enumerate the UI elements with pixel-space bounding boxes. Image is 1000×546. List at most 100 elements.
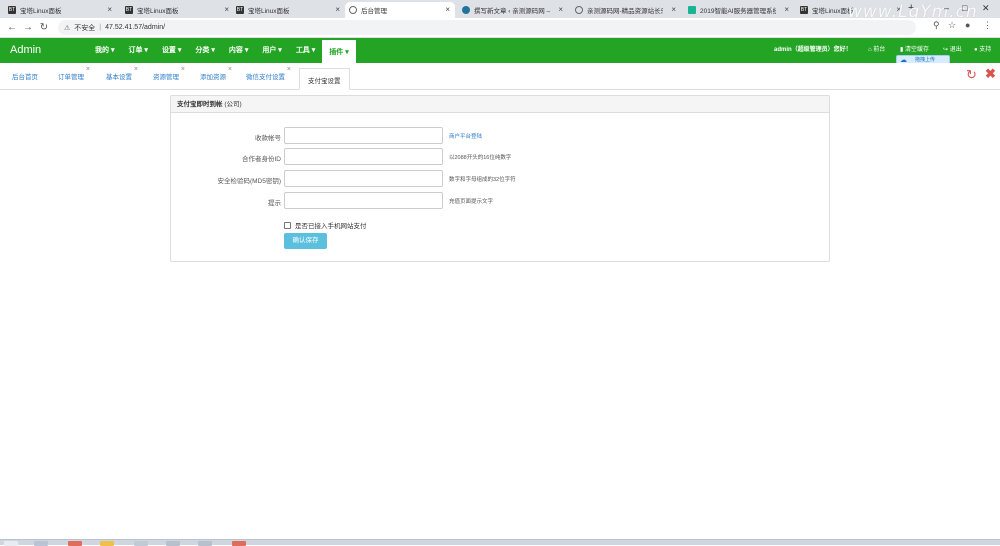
page-tabs: 后台首页 订单管理 × 基本设置 × 资源管理 × 添加资源 × 微信支付设置 × 支付宝… bbox=[0, 63, 1000, 90]
account-input[interactable] bbox=[284, 127, 443, 144]
tab-alipay-settings[interactable]: 支付宝设置 bbox=[299, 68, 350, 90]
tab-close-icon[interactable]: × bbox=[181, 66, 185, 73]
tab-close-icon[interactable]: × bbox=[134, 66, 138, 73]
url-separator: | bbox=[99, 24, 102, 31]
tab-order-management[interactable]: 订单管理 × bbox=[58, 66, 90, 90]
field-label: 安全检验码(MD5密钥) bbox=[217, 178, 281, 185]
browser-tab-title: 亲测源码网-精品资源站长乐 bbox=[587, 8, 663, 15]
url-field[interactable]: ⚠ 不安全 | 47.52.41.57/admin/ bbox=[58, 20, 916, 35]
browser-tab[interactable]: BT 宝塔Linux面板 × bbox=[4, 2, 117, 18]
browser-tab-title: 宝塔Linux面板 bbox=[137, 8, 179, 15]
tab-close-icon[interactable]: × bbox=[86, 66, 90, 73]
browser-tab[interactable]: BT 宝塔Linux面板 × bbox=[121, 2, 234, 18]
field-label: 收款帐号 bbox=[255, 135, 281, 142]
form-row-md5-key: 安全检验码(MD5密钥) 数字和字母组成的32位字符 bbox=[171, 170, 831, 188]
taskbar-app-icon[interactable] bbox=[100, 541, 114, 546]
tab-basic-settings[interactable]: 基本设置 × bbox=[106, 66, 138, 90]
tab-wechat-pay-settings[interactable]: 微信支付设置 × bbox=[246, 66, 291, 90]
form-row-partner-id: 合作者身份ID 以2088开头的16位纯数字 bbox=[171, 148, 831, 166]
close-icon[interactable]: × bbox=[107, 5, 112, 14]
globe-icon bbox=[349, 6, 357, 14]
browser-tab[interactable]: 撰写新文章 ‹ 亲测源码网 — × bbox=[458, 2, 568, 18]
taskbar-app-icon[interactable] bbox=[198, 541, 212, 546]
tab-add-resource[interactable]: 添加资源 × bbox=[200, 66, 232, 90]
close-all-tabs-icon[interactable]: ✖ bbox=[985, 66, 996, 82]
support-link[interactable]: ● 支持 bbox=[974, 38, 991, 63]
window-close-icon[interactable]: ✕ bbox=[982, 3, 990, 14]
browser-tab-title: 后台管理 bbox=[361, 8, 387, 15]
browser-tab-title: 宝塔Linux面板 bbox=[20, 8, 62, 15]
bt-icon: BT bbox=[236, 6, 244, 14]
panel-title: 支付宝即时到帐 (公司) bbox=[171, 96, 829, 113]
tab-close-icon[interactable]: × bbox=[287, 66, 291, 73]
browser-tab[interactable]: 亲测源码网-精品资源站长乐 × bbox=[571, 2, 681, 18]
close-icon[interactable]: × bbox=[558, 5, 563, 14]
save-button[interactable]: 确认保存 bbox=[284, 233, 327, 249]
menu-orders[interactable]: 订单 ▾ bbox=[121, 38, 154, 63]
browser-menu-icon[interactable]: ⋮ bbox=[983, 20, 992, 31]
tip-input[interactable] bbox=[284, 192, 443, 209]
menu-plugins[interactable]: 插件 ▾ bbox=[322, 38, 356, 63]
star-icon[interactable]: ☆ bbox=[948, 20, 956, 31]
profile-icon[interactable]: ● bbox=[965, 20, 970, 30]
browser-tab[interactable]: 2019智能AI服务器管理系统 × bbox=[684, 2, 794, 18]
bt-icon: BT bbox=[125, 6, 133, 14]
refresh-icon[interactable]: ↻ bbox=[966, 67, 977, 83]
maximize-icon[interactable]: □ bbox=[962, 3, 967, 13]
close-icon[interactable]: × bbox=[335, 5, 340, 14]
taskbar-app-icon[interactable] bbox=[34, 541, 48, 546]
close-icon[interactable]: × bbox=[784, 5, 789, 14]
panel-title-note: (公司) bbox=[224, 101, 242, 108]
home-link[interactable]: ⌂ 前台 bbox=[868, 38, 885, 63]
browser-tab-active[interactable]: 后台管理 × bbox=[345, 2, 455, 18]
form-row-tip: 提示 充值页面提示文字 bbox=[171, 192, 831, 210]
browser-tab[interactable]: BT 宝塔Linux面板 × bbox=[232, 2, 345, 18]
os-taskbar bbox=[0, 539, 1000, 546]
field-label: 合作者身份ID bbox=[242, 156, 281, 163]
menu-category[interactable]: 分类 ▾ bbox=[188, 38, 221, 63]
menu-my[interactable]: 我的 ▾ bbox=[88, 38, 121, 63]
menu-content[interactable]: 内容 ▾ bbox=[222, 38, 255, 63]
url-text: 47.52.41.57/admin/ bbox=[105, 24, 166, 31]
taskbar-app-icon[interactable] bbox=[232, 541, 246, 546]
menu-tools[interactable]: 工具 ▾ bbox=[289, 38, 322, 63]
taskbar-app-icon[interactable] bbox=[68, 541, 82, 546]
app-header: Admin 我的 ▾ 订单 ▾ 设置 ▾ 分类 ▾ 内容 ▾ 用户 ▾ 工具 ▾… bbox=[0, 38, 1000, 63]
mobile-pay-checkbox[interactable] bbox=[284, 221, 291, 229]
address-bar-row: ← → ↻ ⚠ 不安全 | 47.52.41.57/admin/ ⚲ ☆ ● ⋮ bbox=[0, 18, 1000, 38]
tab-resource-management[interactable]: 资源管理 × bbox=[153, 66, 185, 90]
minimize-icon[interactable]: – bbox=[944, 3, 949, 13]
logout-icon: ↪ bbox=[943, 47, 949, 53]
user-icon: ● bbox=[974, 47, 978, 53]
field-label: 提示 bbox=[268, 200, 281, 207]
taskbar-app-icon[interactable] bbox=[134, 541, 148, 546]
checkbox-label: 是否已接入手机网站支付 bbox=[295, 223, 367, 230]
form-row-account: 收款帐号 商户平台登陆 bbox=[171, 127, 831, 145]
md5-key-input[interactable] bbox=[284, 170, 443, 187]
menu-users[interactable]: 用户 ▾ bbox=[255, 38, 288, 63]
warning-icon: ⚠ bbox=[64, 24, 71, 32]
taskbar-app-icon[interactable] bbox=[166, 541, 180, 546]
app-logo[interactable]: Admin bbox=[10, 44, 41, 56]
browser-tab-title: 撰写新文章 ‹ 亲测源码网 — bbox=[474, 8, 550, 15]
globe-icon bbox=[575, 6, 583, 14]
user-greeting: admin（超级管理员）您好！ bbox=[774, 47, 852, 53]
key-icon[interactable]: ⚲ bbox=[933, 20, 940, 31]
menu-settings[interactable]: 设置 ▾ bbox=[155, 38, 188, 63]
merchant-login-link[interactable]: 商户平台登陆 bbox=[449, 132, 482, 140]
tab-close-icon[interactable]: × bbox=[228, 66, 232, 73]
bt-icon: BT bbox=[8, 6, 16, 14]
reload-icon[interactable]: ↻ bbox=[36, 22, 52, 33]
partner-id-input[interactable] bbox=[284, 148, 443, 165]
close-icon[interactable]: × bbox=[224, 5, 229, 14]
browser-tab-title: 宝塔Linux面板 bbox=[248, 8, 290, 15]
back-icon[interactable]: ← bbox=[4, 22, 20, 33]
mobile-pay-checkbox-row[interactable]: 是否已接入手机网站支付 bbox=[284, 220, 367, 230]
ai-icon bbox=[688, 6, 696, 14]
close-icon[interactable]: × bbox=[445, 5, 450, 14]
start-icon[interactable] bbox=[4, 541, 18, 546]
forward-icon[interactable]: → bbox=[20, 22, 36, 33]
bt-icon: BT bbox=[800, 6, 808, 14]
close-icon[interactable]: × bbox=[671, 5, 676, 14]
tab-dashboard[interactable]: 后台首页 bbox=[12, 71, 38, 90]
